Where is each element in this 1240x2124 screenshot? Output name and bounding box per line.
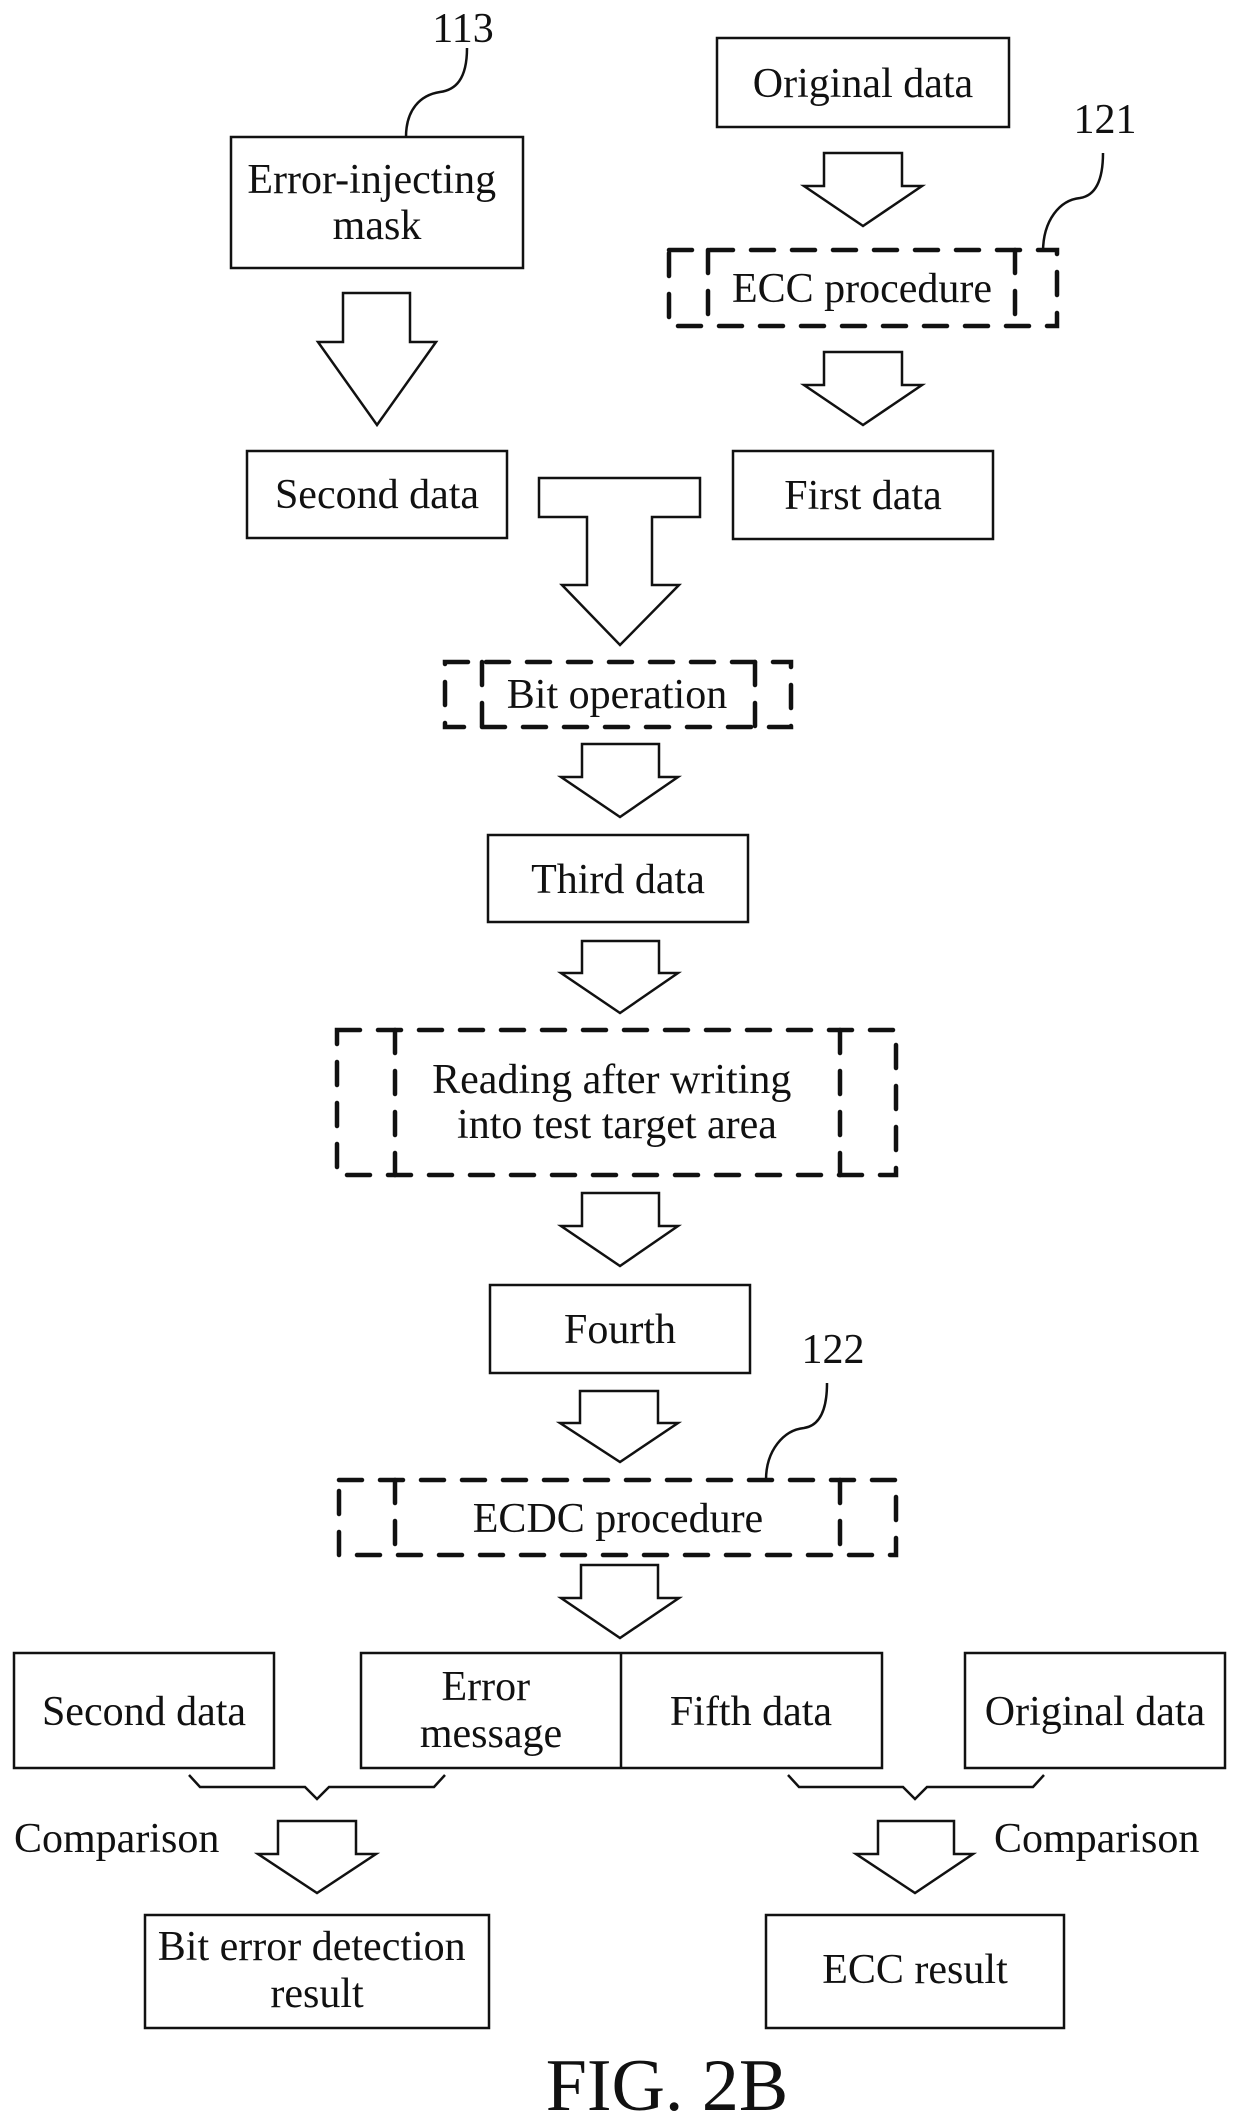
arrow-bit-operation-to-third-data xyxy=(556,742,683,819)
ref-numeral-122: 122 xyxy=(802,1327,865,1373)
node-ecc-procedure: ECC procedure xyxy=(666,247,1060,329)
label-original-data-bottom: Original data xyxy=(985,1689,1206,1735)
ref-numeral-113: 113 xyxy=(432,6,493,52)
arrow-third-data-to-reading xyxy=(556,939,683,1015)
label-ecc-result: ECC result xyxy=(822,1947,1008,1993)
node-bit-error-detection-result: Bit error detection result xyxy=(143,1913,491,2030)
node-second-data-bottom: Second data xyxy=(12,1651,276,1770)
node-first-data: First data xyxy=(731,449,995,541)
label-ecdc-procedure: ECDC procedure xyxy=(473,1496,763,1542)
label-ecc-procedure: ECC procedure xyxy=(732,266,992,312)
node-original-data-top: Original data xyxy=(715,36,1011,129)
arrow-original-to-ecc xyxy=(799,151,927,228)
ref-numeral-121: 121 xyxy=(1074,97,1137,143)
brace-right xyxy=(787,1774,1045,1801)
leader-line-122 xyxy=(764,1382,829,1481)
arrow-comparison-right xyxy=(851,1819,978,1895)
figure-caption: FIG. 2B xyxy=(546,2045,789,2124)
flowchart-fig-2b: 113 Error-injecting mask Original data 1… xyxy=(12,6,1227,2124)
node-ecc-result: ECC result xyxy=(764,1913,1066,2030)
merge-arrow-to-bit-operation xyxy=(537,476,702,647)
node-ecdc-procedure: ECDC procedure xyxy=(336,1477,899,1558)
label-original-data-top: Original data xyxy=(753,61,974,107)
arrow-mask-to-second-data xyxy=(315,291,439,428)
label-first-data: First data xyxy=(784,473,942,519)
arrow-ecc-to-first-data xyxy=(799,350,927,427)
arrow-comparison-left xyxy=(253,1819,381,1895)
label-bit-operation: Bit operation xyxy=(507,672,727,718)
arrow-fourth-to-ecdc xyxy=(555,1389,683,1464)
node-original-data-bottom: Original data xyxy=(963,1651,1227,1770)
leader-line-121 xyxy=(1041,152,1105,253)
leader-line-113 xyxy=(404,47,469,138)
node-reading-after-writing: Reading after writing into test target a… xyxy=(334,1027,899,1178)
label-reading-after-writing: Reading after writing into test target a… xyxy=(432,1057,802,1148)
node-error-message-fifth-data: Error message Fifth data xyxy=(359,1651,884,1770)
node-second-data-top: Second data xyxy=(245,449,509,540)
label-comparison-left: Comparison xyxy=(14,1816,219,1862)
node-fourth: Fourth xyxy=(488,1283,752,1375)
arrow-ecdc-to-outputs xyxy=(556,1563,684,1640)
label-third-data: Third data xyxy=(531,857,705,903)
arrow-reading-to-fourth xyxy=(556,1191,683,1268)
brace-left xyxy=(188,1774,446,1801)
label-comparison-right: Comparison xyxy=(994,1816,1199,1862)
label-second-data-top: Second data xyxy=(275,472,479,518)
label-second-data-bottom: Second data xyxy=(42,1689,246,1735)
label-fifth-data: Fifth data xyxy=(670,1689,832,1735)
node-third-data: Third data xyxy=(486,833,750,924)
node-bit-operation: Bit operation xyxy=(442,659,794,730)
node-error-injecting-mask: Error-injecting mask xyxy=(229,135,525,270)
label-fourth: Fourth xyxy=(564,1307,676,1353)
